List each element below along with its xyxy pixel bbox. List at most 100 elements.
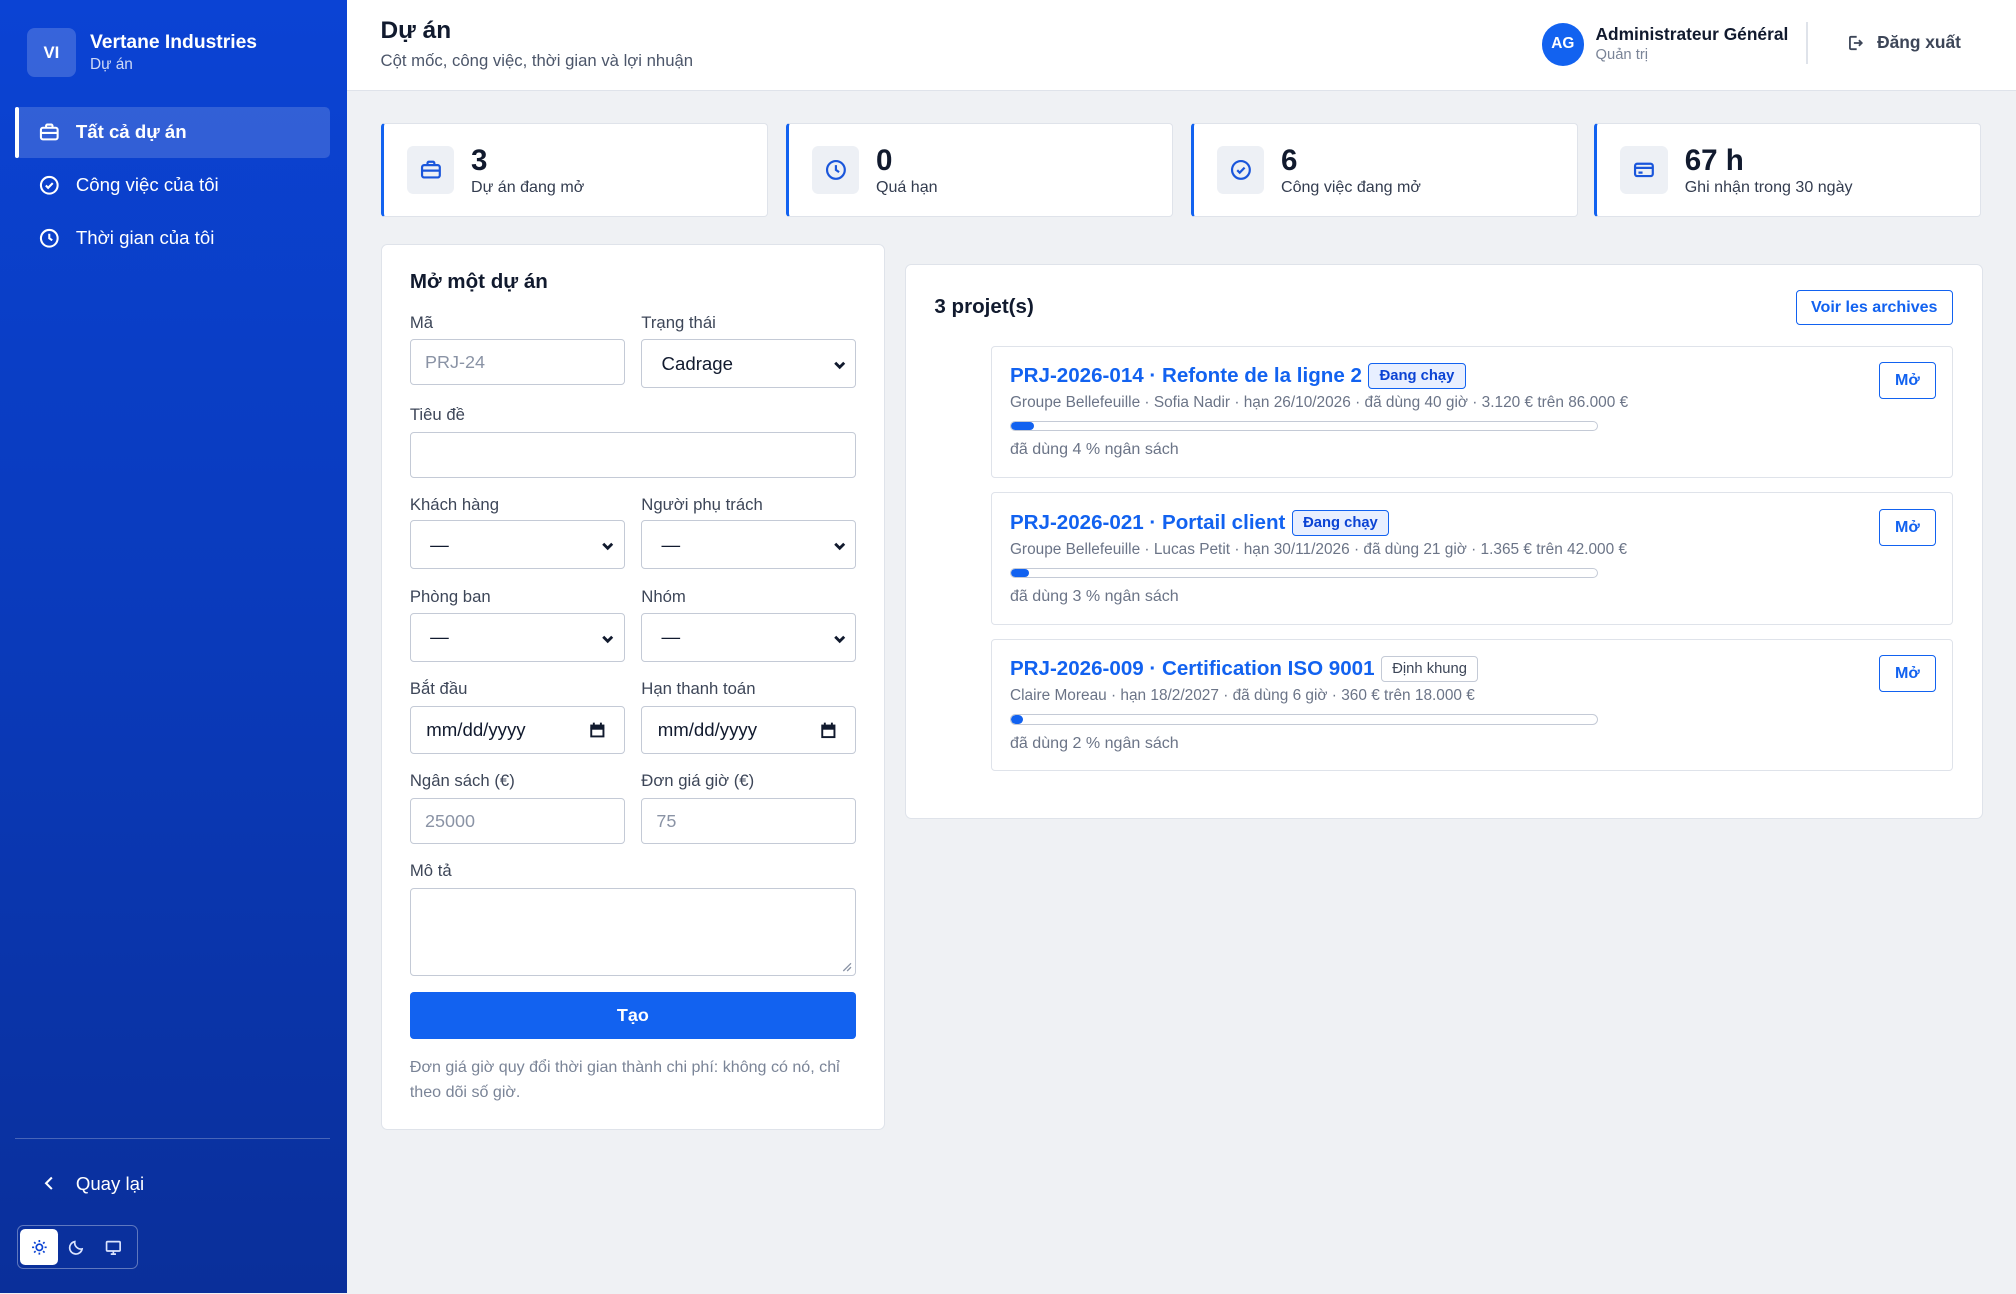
briefcase-icon [39, 123, 59, 141]
stat-value: 3 [470, 143, 488, 177]
view-archives-button[interactable]: Voir les archives [1795, 290, 1953, 325]
sidebar-divider [15, 1137, 331, 1140]
chevron-down-icon [834, 361, 846, 370]
new-project-form: Mở một dự án Mã Trạng thái Cadrage Tiêu … [380, 244, 885, 1131]
form-title: Mở một dự án [409, 269, 548, 293]
logout-label: Đăng xuất [1877, 32, 1961, 53]
start-date-input[interactable]: mm/dd/yyyy [409, 705, 625, 755]
project-meta: Groupe Bellefeuille · Sofia Nadir · hạn … [1009, 394, 1629, 412]
project-card: PRJ-2026-009 · Certification ISO 9001 Đị… [990, 638, 1953, 772]
open-project-button[interactable]: Mở [1879, 361, 1936, 400]
status-select[interactable]: Cadrage [641, 339, 856, 388]
owner-select[interactable]: — [641, 520, 856, 570]
brand-subtitle: Dự án [89, 55, 133, 73]
form-note: Đơn giá giờ quy đổi thời gian thành chi … [409, 1058, 840, 1101]
status-select-value: Cadrage [661, 352, 733, 374]
credit-card-icon [1634, 162, 1655, 178]
clock-icon [825, 160, 846, 181]
budget-progress-bar [1009, 567, 1598, 578]
chevron-down-icon [602, 635, 614, 644]
budget-input[interactable] [409, 798, 625, 845]
team-select-value: — [661, 626, 681, 648]
user-menu[interactable]: AG Administrateur Général Quản trị [1541, 23, 1789, 66]
sidebar-item-all-projects[interactable]: Tất cả dự án [15, 106, 331, 159]
sidebar-item-label: Tất cả dự án [75, 121, 187, 143]
stat-overdue: 0 Quá hạn [785, 123, 1173, 218]
department-select[interactable]: — [409, 612, 625, 662]
team-select[interactable]: — [641, 612, 856, 662]
create-project-button[interactable]: Tạo [409, 992, 856, 1039]
calendar-icon [821, 722, 836, 739]
code-input[interactable] [409, 339, 625, 386]
budget-note: đã dùng 3 % ngân sách [1009, 586, 1179, 605]
budget-progress-bar [1009, 421, 1598, 432]
sidebar-item-my-time[interactable]: Thời gian của tôi [15, 212, 330, 263]
user-role: Quản trị [1595, 47, 1649, 64]
stat-label: Ghi nhận trong 30 ngày [1684, 178, 1853, 197]
budget-label: Ngân sách (€) [409, 771, 515, 791]
page-subtitle: Cột mốc, công việc, thời gian và lợi nhu… [380, 51, 694, 71]
sun-icon [31, 1239, 47, 1255]
project-card: PRJ-2026-021 · Portail client Đang chạy … [990, 492, 1953, 625]
logout-button[interactable]: Đăng xuất [1846, 32, 1961, 53]
stat-label: Công việc đang mở [1280, 178, 1421, 197]
open-project-button[interactable]: Mở [1879, 508, 1936, 546]
budget-progress-fill [1010, 568, 1029, 577]
stat-value: 0 [875, 143, 893, 177]
due-date-label: Hạn thanh toán [641, 678, 756, 698]
stat-open-projects: 3 Dự án đang mở [380, 123, 768, 218]
status-badge: Đang chạy [1368, 363, 1466, 389]
status-badge: Định khung [1380, 656, 1479, 683]
sidebar-item-label: Công việc của tôi [75, 174, 219, 196]
due-date-input[interactable]: mm/dd/yyyy [641, 705, 856, 755]
description-textarea[interactable] [409, 888, 856, 976]
check-circle-icon [39, 175, 59, 195]
user-name: Administrateur Général [1595, 24, 1789, 45]
stat-label: Dự án đang mở [470, 178, 585, 197]
clock-icon [39, 228, 59, 248]
resize-grip-icon[interactable] [842, 962, 852, 972]
department-select-value: — [430, 626, 449, 648]
hourly-rate-input[interactable] [641, 798, 856, 845]
owner-select-value: — [661, 533, 681, 555]
client-label: Khách hàng [409, 494, 500, 514]
chevron-down-icon [834, 635, 846, 644]
avatar: AG [1541, 23, 1584, 66]
project-title-link[interactable]: PRJ-2026-021 · Portail client [1010, 511, 1285, 535]
hourly-rate-label: Đơn giá giờ (€) [641, 771, 755, 791]
project-meta: Groupe Bellefeuille · Lucas Petit · hạn … [1009, 540, 1628, 558]
title-input[interactable] [409, 431, 856, 478]
status-label: Trạng thái [641, 313, 716, 333]
client-select[interactable]: — [409, 520, 625, 570]
project-count: 3 projet(s) [934, 295, 1034, 319]
stat-logged-hours: 67 h Ghi nhận trong 30 ngày [1594, 123, 1982, 218]
theme-light-button[interactable] [20, 1229, 58, 1266]
start-date-label: Bắt đầu [409, 678, 468, 698]
stat-value: 6 [1280, 143, 1298, 177]
page-title: Dự án [380, 16, 452, 44]
stat-open-tasks: 6 Công việc đang mở [1190, 123, 1578, 218]
theme-switch [16, 1225, 138, 1269]
project-title-link[interactable]: PRJ-2026-009 · Certification ISO 9001 [1010, 657, 1375, 681]
logout-icon [1849, 35, 1864, 50]
back-link[interactable]: Quay lại [39, 1173, 144, 1195]
start-date-value: mm/dd/yyyy [426, 718, 526, 740]
budget-progress-fill [1010, 422, 1035, 431]
due-date-value: mm/dd/yyyy [657, 718, 758, 740]
project-meta: Claire Moreau · hạn 18/2/2027 · đã dùng … [1009, 687, 1475, 705]
check-circle-icon [1230, 160, 1251, 181]
budget-progress-fill [1010, 715, 1023, 724]
budget-note: đã dùng 2 % ngân sách [1009, 733, 1179, 752]
chevron-left-icon [44, 1177, 53, 1191]
theme-dark-button[interactable] [58, 1229, 95, 1265]
brand: VI Vertane Industries Dự án [26, 28, 257, 78]
sidebar: VI Vertane Industries Dự án Tất cả dự án… [0, 0, 348, 1294]
open-project-button[interactable]: Mở [1879, 655, 1936, 693]
team-label: Nhóm [641, 587, 686, 607]
header-divider [1806, 21, 1808, 65]
theme-system-button[interactable] [95, 1229, 132, 1265]
budget-progress-bar [1009, 714, 1598, 725]
project-title-link[interactable]: PRJ-2026-014 · Refonte de la ligne 2 [1010, 364, 1362, 388]
calendar-icon [590, 722, 605, 738]
sidebar-item-my-tasks[interactable]: Công việc của tôi [15, 159, 330, 210]
